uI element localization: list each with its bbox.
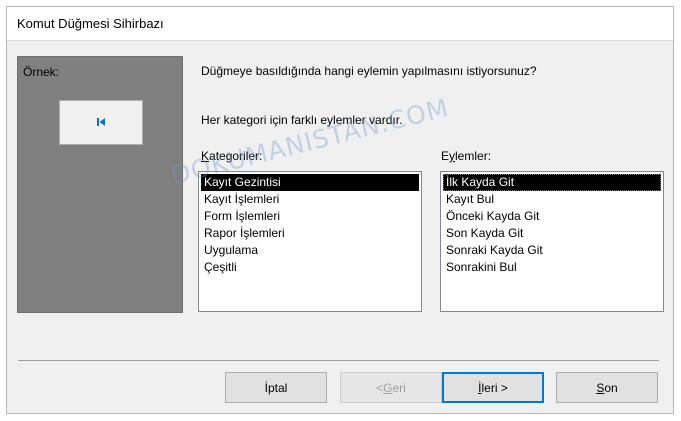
action-item[interactable]: İlk Kayda Git [443, 174, 661, 191]
finish-button[interactable]: Son [556, 372, 658, 403]
action-item[interactable]: Kayıt Bul [443, 191, 661, 208]
category-item[interactable]: Uygulama [201, 242, 419, 259]
next-button[interactable]: İleri > [442, 372, 544, 403]
cancel-button[interactable]: İptal [225, 372, 327, 403]
preview-panel: Örnek: [17, 56, 183, 313]
title-bar: Komut Düğmesi Sihirbazı [7, 7, 673, 41]
actions-listbox[interactable]: İlk Kayda Git Kayıt Bul Önceki Kayda Git… [440, 171, 664, 312]
sample-button [59, 100, 143, 145]
category-item[interactable]: Rapor İşlemleri [201, 225, 419, 242]
question-text: Düğmeye basıldığında hangi eylemin yapıl… [201, 64, 537, 78]
action-item[interactable]: Sonraki Kayda Git [443, 242, 661, 259]
category-item[interactable]: Kayıt Gezintisi [201, 174, 419, 191]
action-item[interactable]: Son Kayda Git [443, 225, 661, 242]
separator [18, 360, 659, 361]
action-item[interactable]: Sonrakini Bul [443, 259, 661, 276]
category-item[interactable]: Kayıt İşlemleri [201, 191, 419, 208]
categories-label: Kategoriler: [201, 149, 263, 163]
actions-label: Eylemler: [441, 149, 492, 163]
action-item[interactable]: Önceki Kayda Git [443, 208, 661, 225]
category-item[interactable]: Çeşitli [201, 259, 419, 276]
back-button[interactable]: < Geri [340, 372, 442, 403]
preview-label: Örnek: [23, 65, 60, 79]
window-title: Komut Düğmesi Sihirbazı [17, 16, 164, 31]
category-item[interactable]: Form İşlemleri [201, 208, 419, 225]
info-text: Her kategori için farklı eylemler vardır… [201, 113, 403, 127]
first-record-icon [96, 116, 106, 130]
categories-listbox[interactable]: Kayıt Gezintisi Kayıt İşlemleri Form İşl… [198, 171, 422, 312]
wizard-window: Komut Düğmesi Sihirbazı Örnek: Düğmeye b… [6, 6, 674, 414]
